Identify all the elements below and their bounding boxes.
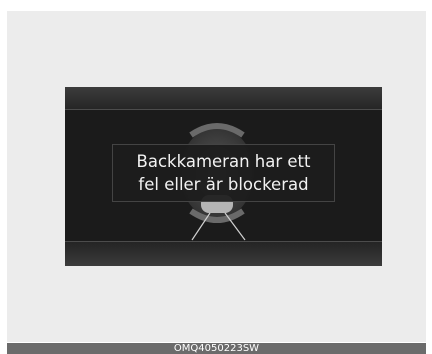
message-line-1: Backkameran har ett [136, 152, 311, 171]
image-code-caption: OMQ4050223SW [7, 343, 426, 354]
camera-error-message: Backkameran har ett fel eller är blocker… [112, 144, 335, 202]
message-line-2: fel eller är blockerad [138, 175, 309, 194]
display-screen: Backkameran har ett fel eller är blocker… [65, 87, 382, 266]
